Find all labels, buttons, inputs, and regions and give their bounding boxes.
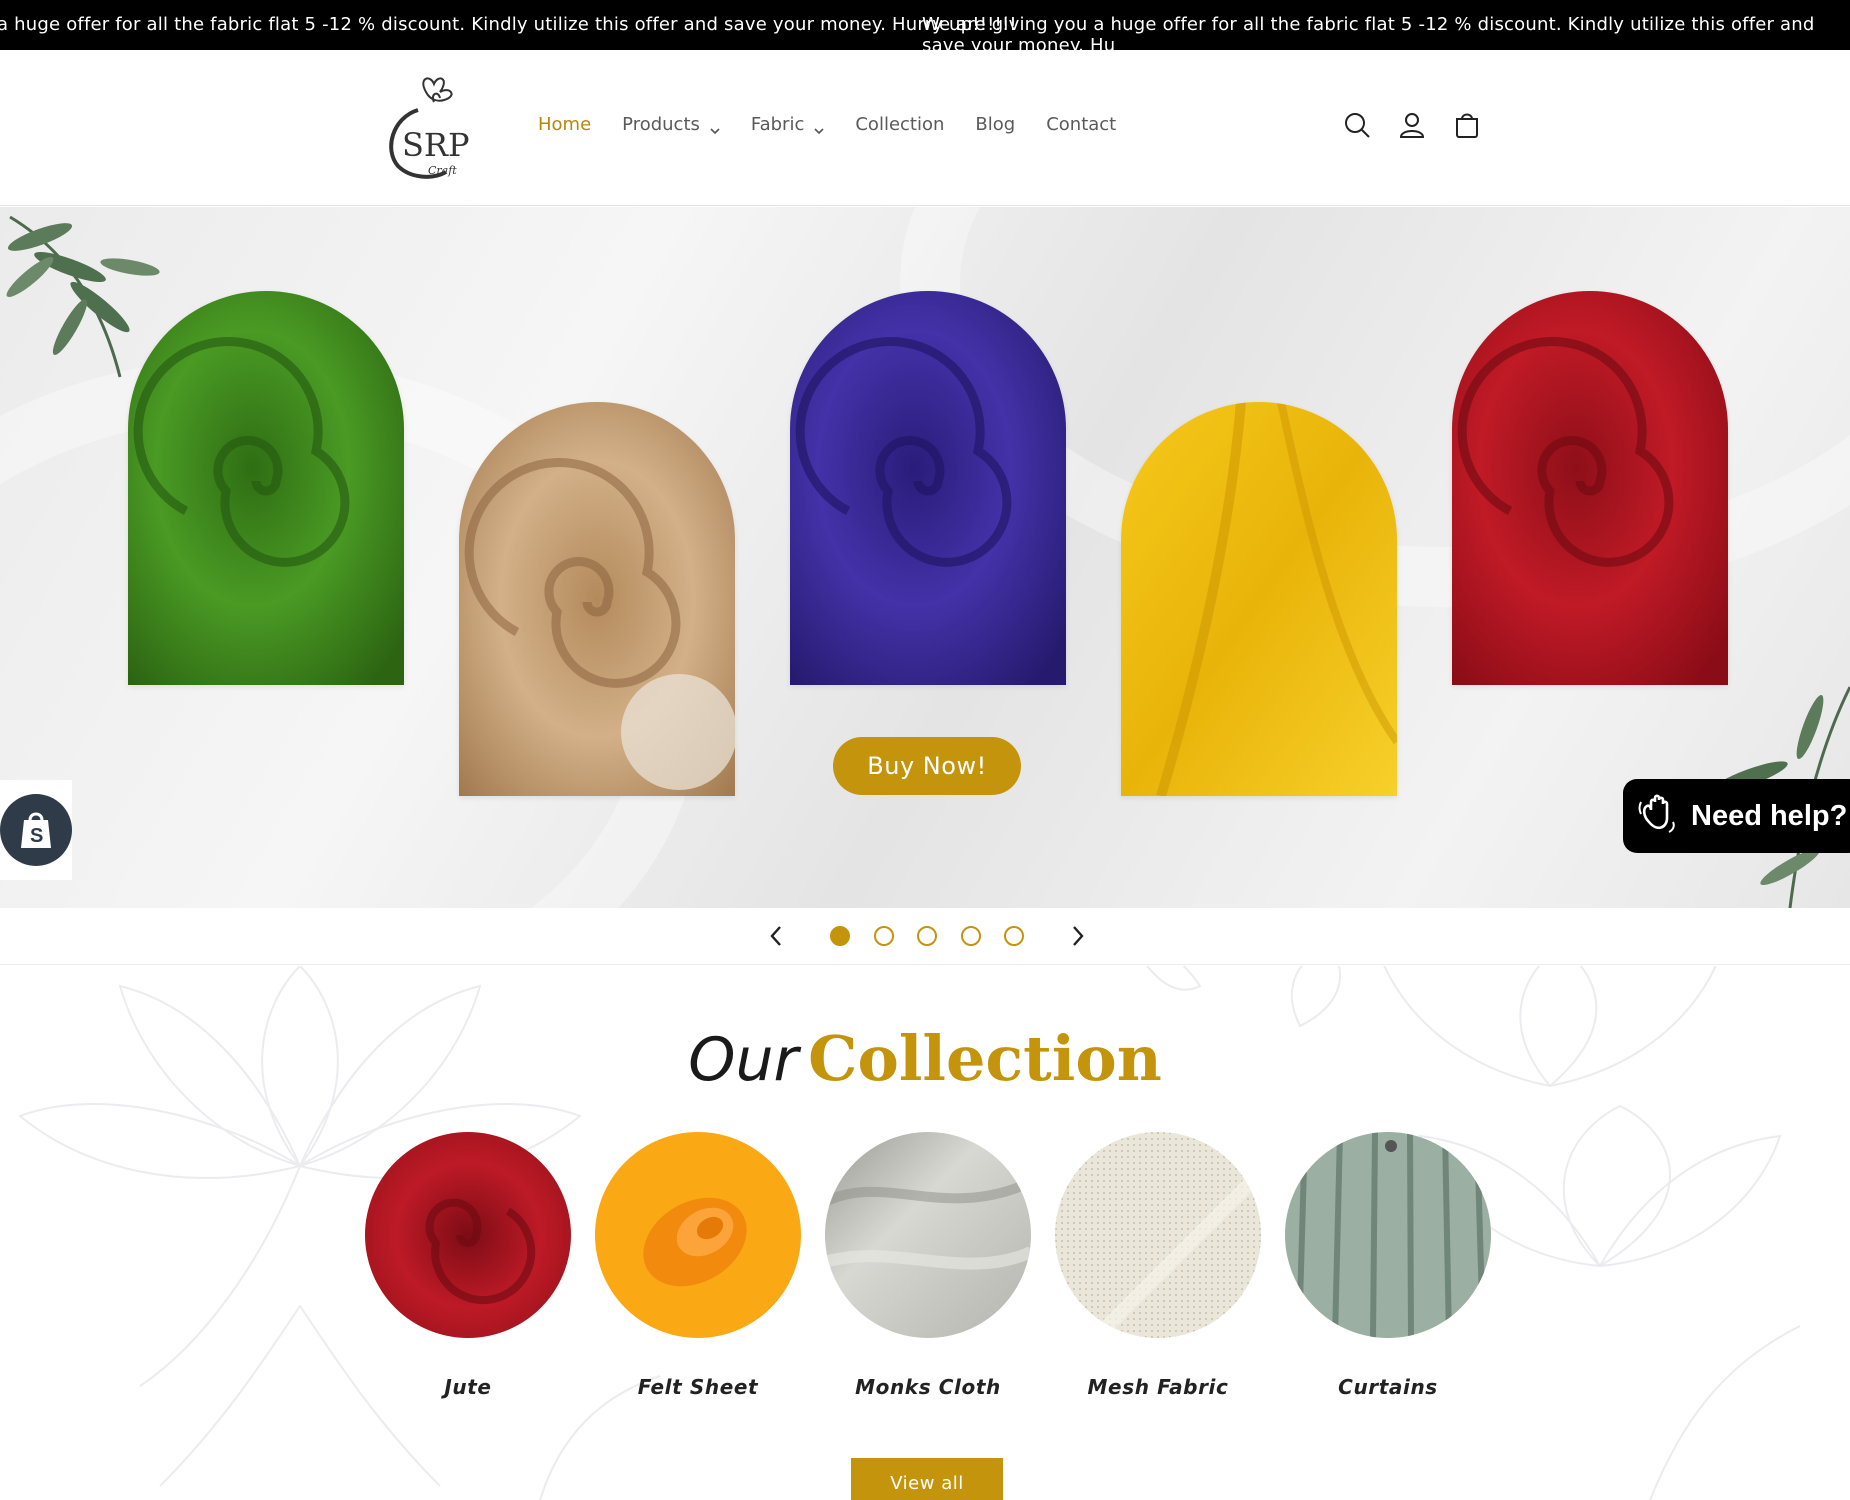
category-felt-sheet[interactable]: Felt Sheet: [595, 1132, 801, 1399]
category-label: Curtains: [1338, 1375, 1438, 1399]
shopify-badge[interactable]: S: [0, 780, 72, 880]
view-all-button[interactable]: View all: [851, 1458, 1003, 1500]
slide-dot-4[interactable]: [961, 926, 981, 946]
nav-contact[interactable]: Contact: [1046, 114, 1116, 135]
slide-dot-5[interactable]: [1004, 926, 1024, 946]
need-help-widget[interactable]: Need help?: [1623, 779, 1850, 853]
buy-now-button[interactable]: Buy Now!: [833, 737, 1021, 795]
search-icon[interactable]: [1340, 108, 1374, 142]
category-image: [365, 1132, 571, 1338]
account-icon[interactable]: [1395, 108, 1429, 142]
announcement-message: a huge offer for all the fabric flat 5 -…: [0, 14, 1017, 35]
nav-fabric[interactable]: Fabric: [751, 114, 824, 135]
chevron-right-icon: [1073, 926, 1084, 946]
announcement-bar: a huge offer for all the fabric flat 5 -…: [0, 0, 1850, 50]
main-nav: Home Products Fabric Collection Blog Con…: [538, 114, 1147, 135]
fabric-arch-purple: [790, 291, 1066, 685]
hero-banner: Buy Now!: [0, 207, 1850, 908]
site-header: SRP Craft Home Products Fabric Collectio…: [0, 50, 1850, 206]
announcement-message: We are giving you a huge offer for all t…: [922, 14, 1815, 50]
category-mesh-fabric[interactable]: Mesh Fabric: [1055, 1132, 1261, 1399]
fabric-arch-jute: [459, 402, 735, 796]
collection-section: Our Collection Jute Felt Sheet Monks Clo…: [0, 966, 1850, 1500]
slide-next-button[interactable]: [1064, 922, 1092, 950]
cart-icon[interactable]: [1450, 108, 1484, 142]
category-jute[interactable]: Jute: [365, 1132, 571, 1399]
category-label: Jute: [444, 1375, 492, 1399]
nav-blog[interactable]: Blog: [975, 114, 1015, 135]
category-image: [825, 1132, 1031, 1338]
fabric-arch-green: [128, 291, 404, 685]
category-label: Monks Cloth: [855, 1375, 1001, 1399]
header-icons: [1340, 108, 1505, 142]
category-image: [1055, 1132, 1261, 1338]
logo-text: SRP: [402, 126, 470, 164]
waving-hand-icon: [1637, 792, 1681, 841]
slide-dot-1[interactable]: [830, 926, 850, 946]
fabric-arch-yellow: [1121, 402, 1397, 796]
collection-title-bold: Collection: [808, 1022, 1162, 1095]
leaf-decoration: [6, 215, 160, 378]
category-image: [595, 1132, 801, 1338]
collection-title-italic: Our: [688, 1025, 799, 1095]
nav-home[interactable]: Home: [538, 114, 591, 135]
fabric-arch-red: [1452, 291, 1728, 685]
category-image: [1285, 1132, 1491, 1338]
shopify-bag-icon: S: [0, 794, 72, 866]
collection-title: Our Collection: [0, 1022, 1850, 1095]
slider-controls: [0, 908, 1850, 965]
svg-text:S: S: [30, 825, 43, 847]
slide-dot-2[interactable]: [874, 926, 894, 946]
category-monks-cloth[interactable]: Monks Cloth: [825, 1132, 1031, 1399]
category-label: Mesh Fabric: [1087, 1375, 1229, 1399]
chevron-down-icon: [710, 120, 720, 134]
chevron-left-icon: [770, 926, 781, 946]
slide-dot-3[interactable]: [917, 926, 937, 946]
slide-prev-button[interactable]: [762, 922, 790, 950]
nav-collection[interactable]: Collection: [855, 114, 944, 135]
svg-text:Craft: Craft: [428, 164, 457, 177]
chevron-down-icon: [814, 120, 824, 134]
site-logo[interactable]: SRP Craft: [378, 72, 474, 182]
category-label: Felt Sheet: [637, 1375, 759, 1399]
category-curtains[interactable]: Curtains: [1285, 1132, 1491, 1399]
need-help-label: Need help?: [1691, 799, 1848, 832]
nav-products[interactable]: Products: [622, 114, 720, 135]
